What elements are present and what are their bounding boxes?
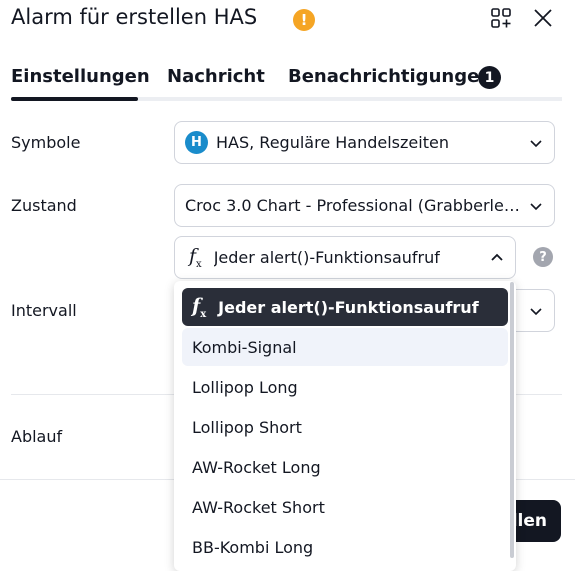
expiry-label: Ablauf xyxy=(11,427,63,446)
chevron-up-icon xyxy=(491,253,503,261)
dropdown-option[interactable]: Kombi-Signal xyxy=(182,328,508,366)
chevron-down-icon xyxy=(530,139,542,147)
condition-label: Zustand xyxy=(11,196,77,215)
function-icon: fx xyxy=(192,294,207,320)
dropdown-scrollbar[interactable] xyxy=(510,282,514,558)
symbol-label: Symbole xyxy=(11,133,81,152)
close-icon[interactable] xyxy=(531,6,555,30)
interval-label: Intervall xyxy=(11,301,77,320)
trigger-value: Jeder alert()-Funktionsaufruf xyxy=(213,248,440,267)
dropdown-option[interactable]: BB-Kombi Long xyxy=(182,528,508,566)
chevron-down-icon xyxy=(530,307,542,315)
tab-einstellungen[interactable]: Einstellungen xyxy=(11,66,150,87)
notifications-count-badge: 1 xyxy=(478,66,501,89)
tab-nachricht[interactable]: Nachricht xyxy=(167,66,265,87)
warning-icon[interactable]: ! xyxy=(293,9,315,31)
condition-select[interactable]: Croc 3.0 Chart - Professional (Grabberle… xyxy=(174,184,555,227)
function-icon: fx xyxy=(189,245,202,270)
widgets-add-icon[interactable] xyxy=(489,6,513,30)
dialog-title: Alarm für erstellen HAS xyxy=(11,5,258,29)
dropdown-option[interactable]: Lollipop Long xyxy=(182,368,508,406)
trigger-dropdown: fx Jeder alert()-Funktionsaufruf Kombi-S… xyxy=(174,281,516,571)
symbol-select[interactable]: H HAS, Reguläre Handelszeiten xyxy=(174,121,555,164)
dropdown-option[interactable]: AW-Rocket Long xyxy=(182,448,508,486)
condition-value: Croc 3.0 Chart - Professional (Grabberle… xyxy=(185,196,520,215)
chevron-down-icon xyxy=(530,202,542,210)
dropdown-option[interactable]: fx Jeder alert()-Funktionsaufruf xyxy=(182,288,508,326)
trigger-select[interactable]: fx Jeder alert()-Funktionsaufruf xyxy=(174,236,516,279)
help-icon[interactable]: ? xyxy=(533,247,553,267)
dropdown-option[interactable]: Lollipop Short xyxy=(182,408,508,446)
symbol-value: HAS, Reguläre Handelszeiten xyxy=(216,133,449,152)
tab-benachrichtigungen[interactable]: Benachrichtigungen xyxy=(288,66,492,87)
symbol-logo-icon: H xyxy=(185,131,208,154)
dropdown-option[interactable]: AW-Rocket Short xyxy=(182,488,508,526)
active-tab-indicator xyxy=(11,97,138,101)
